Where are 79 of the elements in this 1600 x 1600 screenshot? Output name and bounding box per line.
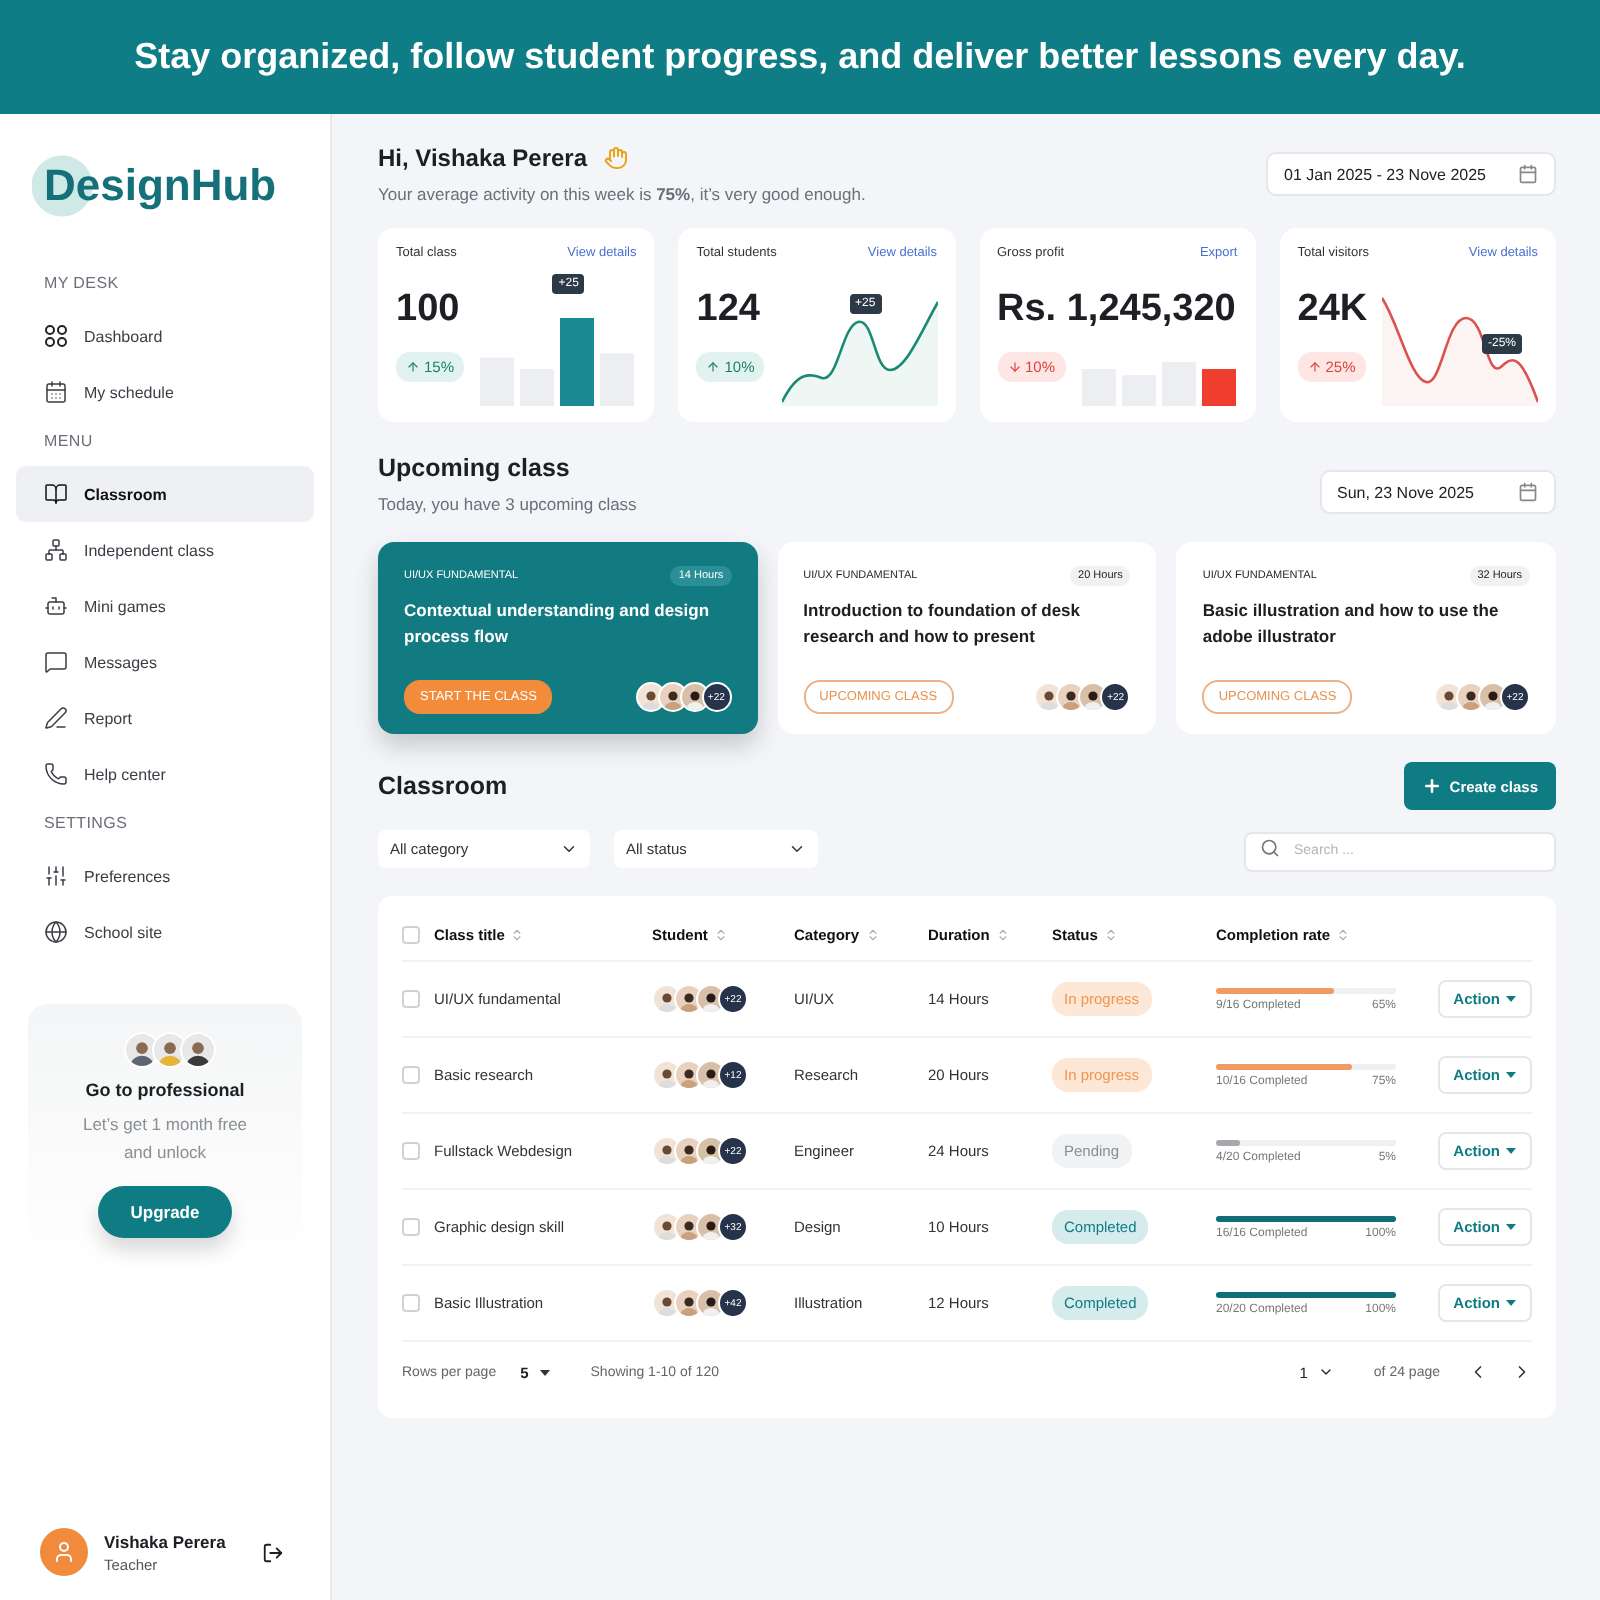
pen-icon bbox=[44, 706, 68, 730]
avatar bbox=[652, 1136, 682, 1166]
checkbox[interactable] bbox=[402, 925, 420, 943]
date-range-picker[interactable]: 01 Jan 2025 - 23 Nove 2025 bbox=[1266, 152, 1556, 196]
avatar bbox=[652, 1288, 682, 1318]
stat-value: 124 bbox=[696, 288, 760, 332]
section-title: MY DESK bbox=[44, 274, 121, 292]
robot-icon bbox=[44, 594, 68, 618]
plus-icon bbox=[1421, 776, 1442, 796]
section-heading: Classroom bbox=[378, 772, 508, 800]
checkbox[interactable] bbox=[402, 1294, 420, 1312]
avatar bbox=[1034, 682, 1065, 712]
calendar-icon bbox=[44, 380, 68, 404]
section-subtitle: Today, you have 3 upcoming class bbox=[378, 494, 637, 514]
greeting: Hi, Vishaka Perera bbox=[378, 144, 588, 172]
calendar-icon bbox=[1518, 482, 1538, 502]
section-title: MENU bbox=[44, 432, 95, 450]
sort-icon bbox=[713, 927, 728, 941]
waving-hand-icon bbox=[603, 146, 628, 170]
nav-item[interactable]: Independent class bbox=[16, 522, 314, 578]
nav-item[interactable]: Report bbox=[16, 690, 314, 746]
section-title: SETTINGS bbox=[44, 814, 130, 832]
checkbox[interactable] bbox=[402, 1066, 420, 1084]
nav-item[interactable]: School site bbox=[16, 904, 314, 960]
activity-summary: Your average activity on this week is 75%, it’s very good enough. bbox=[378, 184, 866, 204]
logo: DesignHub bbox=[32, 152, 277, 220]
nav-item[interactable]: Dashboard bbox=[16, 308, 314, 364]
checkbox[interactable] bbox=[402, 990, 420, 1008]
caret-icon bbox=[1506, 1300, 1516, 1306]
sort-icon bbox=[995, 927, 1010, 941]
class-title: Contextual understanding and design process flow bbox=[404, 598, 712, 650]
hierarchy-icon bbox=[44, 538, 68, 562]
dashboard-icon bbox=[44, 324, 68, 348]
avatar bbox=[652, 1060, 682, 1090]
nav-item[interactable]: Classroom bbox=[16, 466, 314, 522]
avatar bbox=[1434, 682, 1465, 712]
promo-title: Go to professional bbox=[85, 1080, 245, 1100]
stat-value: Rs. 1,245,320 bbox=[997, 288, 1236, 332]
nav-item[interactable]: Help center bbox=[16, 746, 314, 802]
caret-icon bbox=[1506, 1224, 1516, 1230]
avatar bbox=[652, 984, 682, 1014]
search-icon bbox=[1260, 838, 1280, 858]
section-heading: Upcoming class bbox=[378, 454, 572, 482]
avatar bbox=[179, 1032, 215, 1068]
nav-item[interactable]: Messages bbox=[16, 634, 314, 690]
checkbox[interactable] bbox=[402, 1218, 420, 1236]
sort-icon bbox=[1103, 927, 1118, 941]
message-icon bbox=[44, 650, 68, 674]
globe-icon bbox=[44, 920, 68, 944]
caret-icon bbox=[1506, 1148, 1516, 1154]
phone-icon bbox=[44, 762, 68, 786]
book-icon bbox=[44, 482, 68, 506]
calendar-icon bbox=[1518, 164, 1538, 184]
promo-text: Let’s get 1 month free and unlock bbox=[80, 1112, 250, 1166]
user-icon bbox=[52, 1540, 76, 1564]
sort-icon bbox=[1336, 927, 1351, 941]
sort-icon bbox=[510, 927, 525, 941]
avatar bbox=[635, 682, 666, 712]
banner-headline: Stay organized, follow student progress, and deliver better lessons every day. bbox=[0, 0, 1600, 114]
upgrade-button[interactable]: Upgrade bbox=[98, 1186, 232, 1238]
avatar bbox=[652, 1212, 682, 1242]
stat-value: 100 bbox=[396, 288, 460, 332]
stat-value: 24K bbox=[1297, 288, 1368, 332]
date-picker[interactable]: Sun, 23 Nove 2025 bbox=[1319, 470, 1556, 514]
avatar bbox=[123, 1032, 159, 1068]
checkbox[interactable] bbox=[402, 1142, 420, 1160]
nav-item[interactable]: My schedule bbox=[16, 364, 314, 420]
caret-icon bbox=[1506, 1072, 1516, 1078]
nav-item[interactable]: Mini games bbox=[16, 578, 314, 634]
nav-item[interactable]: Preferences bbox=[16, 848, 314, 904]
chevron-down-icon bbox=[1317, 1364, 1334, 1380]
user-name: Vishaka Perera bbox=[104, 1531, 226, 1551]
class-title: Basic illustration and how to use the adobe illustrator bbox=[1202, 598, 1501, 650]
sort-icon bbox=[865, 927, 880, 941]
caret-icon bbox=[540, 1369, 551, 1375]
sliders-icon bbox=[44, 864, 68, 888]
class-title: Introduction to foundation of desk research and how to present bbox=[803, 598, 1083, 650]
logout-icon[interactable] bbox=[261, 1541, 284, 1563]
caret-icon bbox=[1506, 996, 1516, 1002]
